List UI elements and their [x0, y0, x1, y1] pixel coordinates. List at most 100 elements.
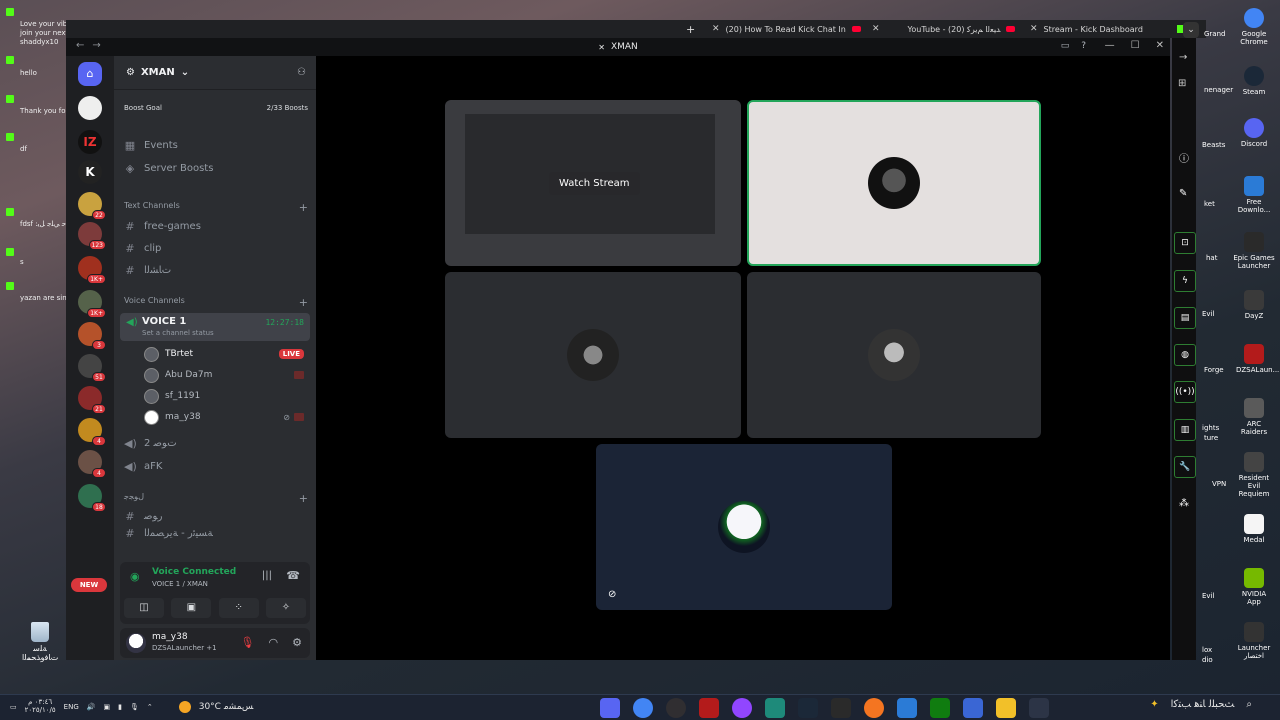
- network-icon[interactable]: ▣: [103, 703, 110, 711]
- close-window-button[interactable]: ✕: [1156, 40, 1164, 51]
- desktop-icon-discord[interactable]: Discord: [1236, 118, 1272, 148]
- desktop-icon-nvidia[interactable]: NVIDIA App: [1234, 568, 1274, 606]
- server-icon[interactable]: 1K+: [78, 290, 106, 318]
- channel-images[interactable]: # ﺭﻮﺻ: [124, 507, 308, 525]
- chevron-up-icon[interactable]: ⌃: [147, 703, 153, 711]
- capture-icon[interactable]: ⊡: [1174, 232, 1196, 254]
- server-icon[interactable]: 51: [78, 354, 106, 382]
- taskbar-task-view-icon[interactable]: [1029, 698, 1049, 718]
- taskbar-files-icon[interactable]: [996, 698, 1016, 718]
- desktop-icon-free-download[interactable]: Free Downlo...: [1236, 176, 1272, 214]
- server-icon[interactable]: [78, 96, 102, 120]
- close-icon[interactable]: ✕: [1030, 24, 1038, 34]
- voice-channel-voice-1[interactable]: ◀) VOICE 1 Set a channel status 12:27:18: [120, 313, 310, 341]
- weather-text[interactable]: 30°C ﺲﻤﺸﻣ: [199, 702, 254, 712]
- taskbar-discord-icon[interactable]: [600, 698, 620, 718]
- clock[interactable]: ٠٣:٤٦ م ٢٠٢٥/١٠/٥: [25, 698, 56, 714]
- volume-icon[interactable]: 🔊: [87, 703, 96, 711]
- channel-news[interactable]: # ﺔﺴﻴﺋﺭ - ﺔﻳﺮﺼﻤﻟﺍ: [124, 527, 308, 539]
- desktop-icon-arc-raiders[interactable]: ARC Raiders: [1234, 398, 1274, 436]
- stream-tile[interactable]: Watch Stream: [445, 100, 741, 266]
- screen-share-button[interactable]: ▣: [171, 598, 212, 618]
- desktop-icon-dayz[interactable]: DayZ: [1236, 290, 1272, 320]
- tab-youtube[interactable]: ✕ YouTube - (20) ﺪﻴﻌﻟﺍ ﻢﻳﺮﻛ: [872, 20, 1016, 38]
- voice-user[interactable]: ma_y38 ⊘: [144, 408, 310, 426]
- layout-icon[interactable]: ▥: [1174, 419, 1196, 441]
- arrow-right-icon[interactable]: →: [1179, 52, 1187, 63]
- taskbar-twitch-icon[interactable]: [732, 698, 752, 718]
- taskbar-store-icon[interactable]: [963, 698, 983, 718]
- voice-connected-channel[interactable]: VOICE 1 / XMAN: [152, 580, 208, 588]
- desktop-icon-resident-evil[interactable]: Resident Evil Requiem: [1232, 452, 1276, 498]
- server-icon[interactable]: 22: [78, 192, 106, 220]
- desktop-icon-epic[interactable]: Epic Games Launcher: [1232, 232, 1276, 270]
- category-other[interactable]: ﻝﻮﺠﺟ +: [124, 492, 308, 505]
- desktop-icon-chrome[interactable]: Google Chrome: [1236, 8, 1272, 46]
- invite-icon[interactable]: ⚇: [297, 67, 306, 78]
- category-text-channels[interactable]: Text Channels +: [124, 201, 308, 214]
- desktop-icon-dzsa[interactable]: DZSALaun...: [1236, 344, 1279, 374]
- pen-icon[interactable]: ✎: [1179, 188, 1187, 199]
- taskbar-dzl-icon[interactable]: [699, 698, 719, 718]
- history-nav[interactable]: ←→: [76, 40, 109, 51]
- maximize-button[interactable]: ☐: [1131, 40, 1140, 51]
- voice-user[interactable]: TBrtet LIVE: [144, 345, 310, 363]
- mic-muted-icon[interactable]: 🎙: [241, 636, 255, 649]
- channel-status[interactable]: Set a channel status: [142, 329, 214, 337]
- chat-bubble-icon[interactable]: ◍: [1174, 344, 1196, 366]
- tab-kick-chat[interactable]: ✕ (20) How To Read Kick Chat In: [712, 20, 861, 38]
- taskbar-app-icon[interactable]: [765, 698, 785, 718]
- server-icon[interactable]: IZ: [78, 130, 102, 154]
- server-icon[interactable]: 18: [78, 484, 106, 512]
- add-channel-icon[interactable]: +: [299, 296, 308, 309]
- wrench-icon[interactable]: 🔧: [1174, 456, 1196, 478]
- search-box[interactable]: ✦ ﺚﺤﺒﻠﻟ ﺎﻨﻫ ﺐﺘﻛﺍ ⌕: [1150, 699, 1252, 710]
- participant-tile[interactable]: [747, 100, 1041, 266]
- watch-stream-button[interactable]: Watch Stream: [549, 172, 640, 195]
- channel-free-games[interactable]: # free-games: [124, 217, 308, 235]
- category-voice-channels[interactable]: Voice Channels +: [124, 296, 308, 309]
- info-icon[interactable]: ⓘ: [1179, 150, 1189, 165]
- add-channel-icon[interactable]: +: [299, 201, 308, 214]
- server-icon[interactable]: K: [78, 160, 102, 184]
- gear-icon[interactable]: ⚙: [292, 636, 302, 649]
- camera-button[interactable]: ◫: [124, 598, 164, 618]
- voice-user[interactable]: Abu Da7m: [144, 366, 310, 384]
- server-header[interactable]: ⚙ XMAN ⌄ ⚇: [114, 56, 316, 90]
- broadcast-icon[interactable]: ((•)): [1174, 381, 1196, 403]
- desktop-icon-launcher[interactable]: Launcher اختصار: [1234, 622, 1274, 660]
- taskbar-epic-icon[interactable]: [831, 698, 851, 718]
- share-icon[interactable]: ⁂: [1179, 498, 1189, 509]
- server-icon[interactable]: 4: [78, 450, 106, 478]
- voice-channel-afk[interactable]: ◀) aFK: [124, 457, 308, 475]
- close-icon[interactable]: ✕: [712, 24, 720, 34]
- minimize-button[interactable]: —: [1105, 40, 1115, 51]
- close-icon[interactable]: ✕: [872, 24, 880, 34]
- participant-tile[interactable]: ⊘: [596, 444, 892, 610]
- grid-icon[interactable]: ⊞: [1178, 78, 1186, 89]
- new-tab-button[interactable]: +: [686, 20, 695, 38]
- avatar[interactable]: [126, 633, 146, 653]
- taskbar-crunchyroll-icon[interactable]: [864, 698, 884, 718]
- channel-chat[interactable]: # ﺕﺎﺸﻟﺍ: [124, 261, 308, 279]
- disconnect-icon[interactable]: ☎: [286, 569, 300, 582]
- add-channel-icon[interactable]: +: [299, 492, 308, 505]
- language-indicator[interactable]: ENG: [64, 703, 79, 711]
- lightning-icon[interactable]: ϟ: [1174, 270, 1196, 292]
- headset-icon[interactable]: ◠: [269, 636, 279, 649]
- server-icon[interactable]: 1K+: [78, 256, 106, 284]
- notification-icon[interactable]: ▭: [10, 703, 17, 711]
- server-boosts-item[interactable]: ◈ Server Boosts: [124, 159, 308, 177]
- recycle-bin-shortcut[interactable]: ﺔﻠﺳ ﺕﺎﻓﻭﺬﺤﻤﻟﺍ: [22, 622, 58, 662]
- voice-user[interactable]: sf_1191: [144, 387, 310, 405]
- mic-icon[interactable]: 🎙: [130, 703, 139, 711]
- taskbar-obs-icon[interactable]: [666, 698, 686, 718]
- taskbar-app-icon[interactable]: [897, 698, 917, 718]
- tab-list-dropdown[interactable]: ⌄: [1183, 22, 1199, 38]
- discord-home-icon[interactable]: ⌂: [78, 62, 102, 86]
- clipboard-icon[interactable]: ▤: [1174, 307, 1196, 329]
- server-icon[interactable]: 21: [78, 386, 106, 414]
- taskbar-chrome-icon[interactable]: [633, 698, 653, 718]
- server-icon[interactable]: 123: [78, 222, 106, 250]
- user-name[interactable]: ma_y38: [152, 632, 188, 642]
